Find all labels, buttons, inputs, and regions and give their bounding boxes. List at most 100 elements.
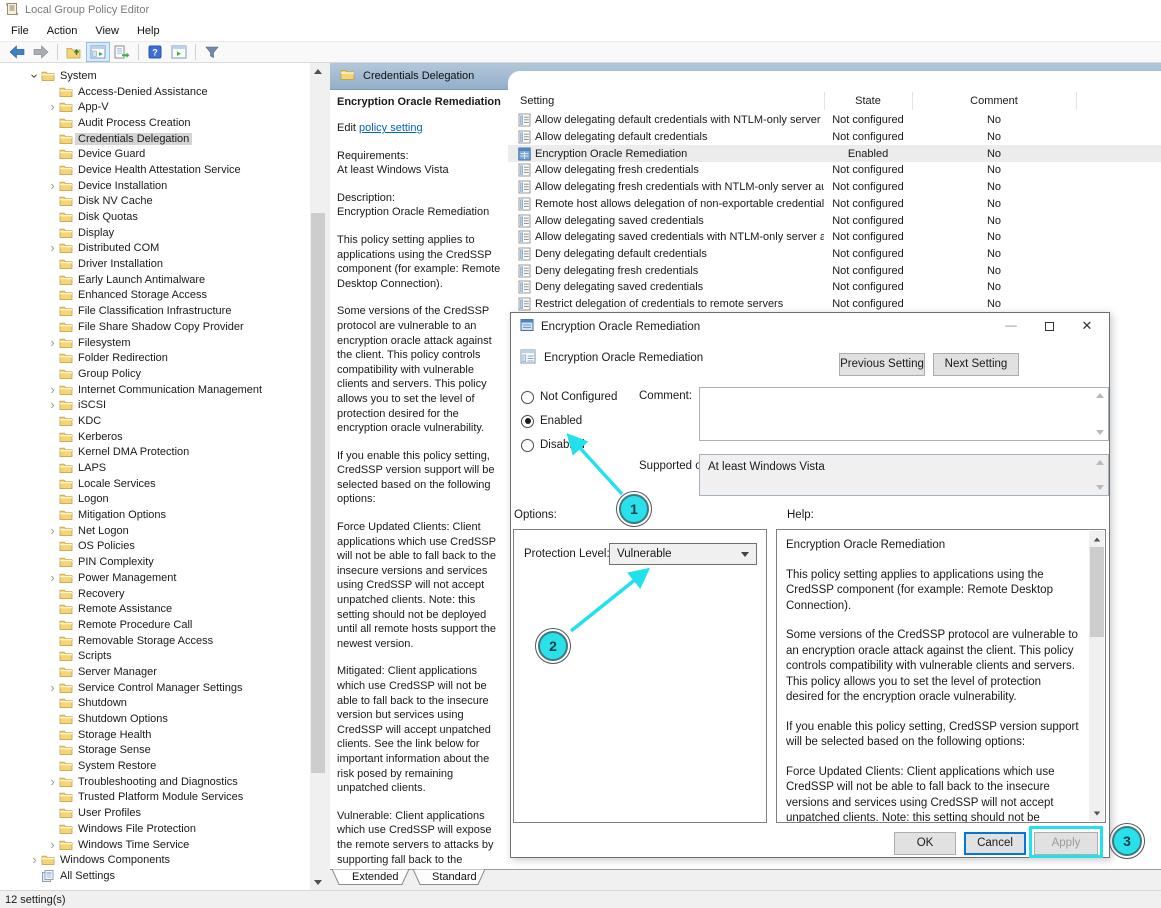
chevron-right-icon[interactable]: › (46, 400, 59, 410)
setting-row-allow-delegating-saved-credentials-with-[interactable]: Allow delegating saved credentials with … (508, 229, 1161, 246)
next-setting-button[interactable]: Next Setting (933, 353, 1019, 376)
tree-item-kerberos[interactable]: Kerberos (0, 429, 310, 445)
previous-setting-button[interactable]: Previous Setting (839, 353, 925, 376)
menu-help[interactable]: Help (128, 23, 169, 39)
up-one-level-icon[interactable] (62, 42, 86, 62)
tree-item-access-denied-assistance[interactable]: Access-Denied Assistance (0, 84, 310, 100)
tree-item-iscsi[interactable]: ›iSCSI (0, 397, 310, 413)
tree-item-display[interactable]: Display (0, 225, 310, 241)
chevron-right-icon[interactable]: › (46, 840, 59, 850)
scroll-down-icon[interactable] (1089, 805, 1105, 821)
setting-row-encryption-oracle-remediation[interactable]: Encryption Oracle RemediationEnabledNo (508, 145, 1161, 162)
filter-icon[interactable] (200, 42, 224, 62)
tree-item-troubleshooting-and-diagnostics[interactable]: ›Troubleshooting and Diagnostics (0, 774, 310, 790)
tree-item-file-share-shadow-copy-provider[interactable]: File Share Shadow Copy Provider (0, 319, 310, 335)
tree-item-remote-procedure-call[interactable]: Remote Procedure Call (0, 617, 310, 633)
tree-item-group-policy[interactable]: Group Policy (0, 366, 310, 382)
chevron-right-icon[interactable]: › (46, 385, 59, 395)
tree-item-disk-nv-cache[interactable]: Disk NV Cache (0, 194, 310, 210)
tree-item-shutdown-options[interactable]: Shutdown Options (0, 711, 310, 727)
tree-item-enhanced-storage-access[interactable]: Enhanced Storage Access (0, 288, 310, 304)
tree-item-internet-communication-management[interactable]: ›Internet Communication Management (0, 382, 310, 398)
scroll-up-icon[interactable] (1096, 393, 1104, 398)
tree-item-service-control-manager-settings[interactable]: ›Service Control Manager Settings (0, 680, 310, 696)
chevron-right-icon[interactable]: › (46, 338, 59, 348)
tree-item-device-installation[interactable]: ›Device Installation (0, 178, 310, 194)
maximize-icon[interactable] (1033, 313, 1065, 339)
tree-item-filesystem[interactable]: ›Filesystem (0, 335, 310, 351)
radio-button-icon[interactable] (521, 391, 534, 404)
tree-item-device-health-attestation-service[interactable]: Device Health Attestation Service (0, 162, 310, 178)
tree-item-trusted-platform-module-services[interactable]: Trusted Platform Module Services (0, 790, 310, 806)
tree-item-system[interactable]: ›System (0, 68, 310, 84)
tree-item-kernel-dma-protection[interactable]: Kernel DMA Protection (0, 445, 310, 461)
scroll-down-icon[interactable] (1096, 430, 1104, 435)
help-icon[interactable]: ? (143, 42, 167, 62)
tree-item-mitigation-options[interactable]: Mitigation Options (0, 507, 310, 523)
tree-item-folder-redirection[interactable]: Folder Redirection (0, 350, 310, 366)
tree-item-early-launch-antimalware[interactable]: Early Launch Antimalware (0, 272, 310, 288)
setting-row-restrict-delegation-of-credentials-to-re[interactable]: Restrict delegation of credentials to re… (508, 296, 1161, 313)
tree-item-power-management[interactable]: ›Power Management (0, 570, 310, 586)
tree-item-storage-health[interactable]: Storage Health (0, 727, 310, 743)
setting-row-deny-delegating-fresh-credentials[interactable]: Deny delegating fresh credentialsNot con… (508, 262, 1161, 279)
protection-level-dropdown[interactable]: Vulnerable (609, 543, 757, 565)
tree-item-driver-installation[interactable]: Driver Installation (0, 256, 310, 272)
tree-item-net-logon[interactable]: ›Net Logon (0, 523, 310, 539)
chevron-right-icon[interactable]: › (46, 181, 59, 191)
tree-item-recovery[interactable]: Recovery (0, 586, 310, 602)
column-comment[interactable]: Comment (912, 95, 1076, 107)
tree-item-pin-complexity[interactable]: PIN Complexity (0, 554, 310, 570)
tree-item-windows-time-service[interactable]: ›Windows Time Service (0, 837, 310, 853)
scroll-down-icon[interactable] (1096, 485, 1104, 490)
tree-item-kdc[interactable]: KDC (0, 413, 310, 429)
tree-item-scripts[interactable]: Scripts (0, 648, 310, 664)
chevron-right-icon[interactable]: › (46, 526, 59, 536)
radio-not-configured[interactable]: Not Configured (521, 385, 617, 409)
scroll-up-icon[interactable] (310, 63, 326, 79)
tree-item-shutdown[interactable]: Shutdown (0, 696, 310, 712)
menu-view[interactable]: View (86, 23, 128, 39)
scroll-up-icon[interactable] (1089, 531, 1105, 547)
tree-item-os-policies[interactable]: OS Policies (0, 539, 310, 555)
tree-item-credentials-delegation[interactable]: Credentials Delegation (0, 131, 310, 147)
console-tree-icon[interactable] (86, 42, 110, 62)
scroll-up-icon[interactable] (1096, 460, 1104, 465)
radio-button-icon[interactable] (521, 439, 534, 452)
chevron-right-icon[interactable]: › (46, 102, 59, 112)
radio-enabled[interactable]: Enabled (521, 409, 617, 433)
export-list-icon[interactable] (110, 42, 134, 62)
column-setting[interactable]: Setting (508, 95, 824, 107)
chevron-right-icon[interactable]: › (46, 777, 59, 787)
radio-button-icon[interactable] (521, 415, 534, 428)
setting-row-allow-delegating-default-credentials-wit[interactable]: Allow delegating default credentials wit… (508, 112, 1161, 129)
setting-row-allow-delegating-default-credentials[interactable]: Allow delegating default credentialsNot … (508, 129, 1161, 146)
ok-button[interactable]: OK (894, 832, 956, 855)
comment-textarea[interactable] (699, 387, 1109, 441)
tree-scrollbar[interactable] (310, 63, 326, 890)
tree-item-all-settings[interactable]: All Settings (0, 868, 310, 884)
cancel-button[interactable]: Cancel (964, 832, 1026, 855)
scrollbar-thumb[interactable] (1090, 547, 1104, 637)
menu-action[interactable]: Action (38, 23, 87, 39)
tree-item-disk-quotas[interactable]: Disk Quotas (0, 209, 310, 225)
setting-row-remote-host-allows-delegation-of-non-exp[interactable]: Remote host allows delegation of non-exp… (508, 196, 1161, 213)
tree-item-device-guard[interactable]: Device Guard (0, 146, 310, 162)
setting-row-deny-delegating-saved-credentials[interactable]: Deny delegating saved credentialsNot con… (508, 279, 1161, 296)
tree-item-system-restore[interactable]: System Restore (0, 758, 310, 774)
tree-item-windows-file-protection[interactable]: Windows File Protection (0, 821, 310, 837)
tree-item-app-v[interactable]: ›App-V (0, 99, 310, 115)
tree-item-audit-process-creation[interactable]: Audit Process Creation (0, 115, 310, 131)
tab-standard[interactable]: Standard (432, 871, 477, 883)
tree-item-laps[interactable]: LAPS (0, 460, 310, 476)
chevron-down-icon[interactable]: › (30, 69, 40, 82)
tree-item-remote-assistance[interactable]: Remote Assistance (0, 601, 310, 617)
setting-row-deny-delegating-default-credentials[interactable]: Deny delegating default credentialsNot c… (508, 246, 1161, 263)
tree-item-user-profiles[interactable]: User Profiles (0, 805, 310, 821)
tree-item-storage-sense[interactable]: Storage Sense (0, 743, 310, 759)
column-state[interactable]: State (824, 95, 912, 107)
chevron-right-icon[interactable]: › (46, 683, 59, 693)
minimize-icon[interactable]: — (995, 313, 1027, 339)
tree-item-server-manager[interactable]: Server Manager (0, 664, 310, 680)
menu-file[interactable]: File (2, 23, 38, 39)
